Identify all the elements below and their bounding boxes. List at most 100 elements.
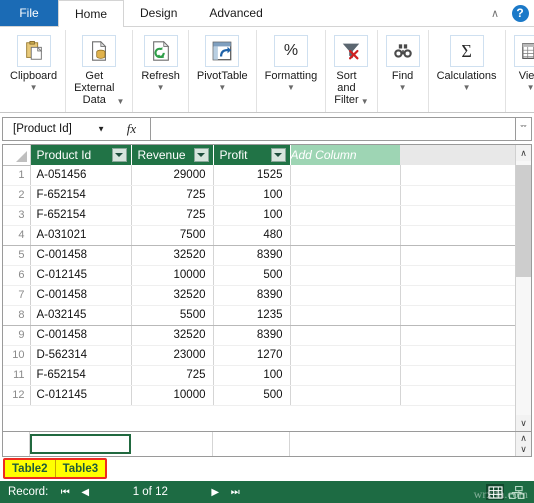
first-record-button[interactable]: ⏮ xyxy=(56,483,74,501)
new-row-active-cell[interactable] xyxy=(30,434,131,454)
view-button[interactable]: View ▼ xyxy=(510,33,534,94)
cell-add-column[interactable] xyxy=(290,185,401,206)
calculations-button[interactable]: Σ Calculations ▼ xyxy=(433,33,501,94)
new-row-cell-profit[interactable] xyxy=(213,432,290,456)
clipboard-button[interactable]: Clipboard ▼ xyxy=(6,33,61,94)
new-row-cell-revenue[interactable] xyxy=(131,432,213,456)
table-row[interactable]: 9 C-001458 32520 8390 xyxy=(3,325,515,346)
filter-icon-product-id[interactable] xyxy=(111,148,127,162)
collapse-ribbon-icon[interactable]: ∧ xyxy=(484,0,506,26)
table-row[interactable]: 8 A-032145 5500 1235 xyxy=(3,305,515,326)
pivottable-button[interactable]: PivotTable ▼ xyxy=(193,33,252,94)
tab-design[interactable]: Design xyxy=(124,0,194,26)
insert-function-icon[interactable]: fx xyxy=(113,118,151,140)
find-button[interactable]: Find ▼ xyxy=(382,33,424,94)
column-header-profit[interactable]: Profit xyxy=(213,145,291,165)
previous-record-button[interactable]: ◀ xyxy=(76,483,94,501)
name-box[interactable]: [Product Id] ▼ xyxy=(3,118,113,140)
cell-profit[interactable]: 100 xyxy=(213,365,291,386)
cell-add-column[interactable] xyxy=(290,365,401,386)
table-row[interactable]: 6 C-012145 10000 500 xyxy=(3,265,515,286)
cell-revenue[interactable]: 7500 xyxy=(131,225,214,246)
tab-advanced[interactable]: Advanced xyxy=(193,0,279,26)
cell-revenue[interactable]: 10000 xyxy=(131,385,214,406)
cell-profit[interactable]: 480 xyxy=(213,225,291,246)
cell-product-id[interactable]: A-051456 xyxy=(30,165,132,186)
cell-product-id[interactable]: C-012145 xyxy=(30,265,132,286)
cell-profit[interactable]: 100 xyxy=(213,185,291,206)
get-external-data-caret-icon[interactable]: ▼ xyxy=(116,97,124,106)
filter-icon-revenue[interactable] xyxy=(193,148,209,162)
cell-add-column[interactable] xyxy=(290,245,401,266)
table-row[interactable]: 4 A-031021 7500 480 xyxy=(3,225,515,246)
select-all-corner[interactable] xyxy=(3,145,31,166)
view-caret-icon[interactable]: ▼ xyxy=(527,83,534,92)
refresh-button[interactable]: Refresh ▼ xyxy=(137,33,184,94)
cell-product-id[interactable]: F-652154 xyxy=(30,365,132,386)
tab-home[interactable]: Home xyxy=(58,0,125,27)
scroll-down-button[interactable]: ∨ xyxy=(516,415,531,431)
cell-add-column[interactable] xyxy=(290,165,401,186)
cell-revenue[interactable]: 32520 xyxy=(131,285,214,306)
cell-revenue[interactable]: 32520 xyxy=(131,325,214,346)
cell-profit[interactable]: 1235 xyxy=(213,305,291,326)
cell-profit[interactable]: 8390 xyxy=(213,245,291,266)
new-row-cell-tail[interactable] xyxy=(290,432,515,456)
cell-add-column[interactable] xyxy=(290,305,401,326)
scrollbar-track[interactable] xyxy=(516,161,531,415)
tab-file[interactable]: File xyxy=(0,0,58,26)
table-row[interactable]: 7 C-001458 32520 8390 xyxy=(3,285,515,306)
clipboard-caret-icon[interactable]: ▼ xyxy=(30,83,38,92)
column-header-revenue[interactable]: Revenue xyxy=(131,145,214,165)
help-button[interactable]: ? xyxy=(506,0,534,26)
cell-profit[interactable]: 100 xyxy=(213,205,291,226)
scroll-up-button[interactable]: ∧ xyxy=(516,145,531,161)
last-record-button[interactable]: ⏭ xyxy=(226,483,244,501)
scrollbar-thumb[interactable] xyxy=(516,165,531,277)
cell-product-id[interactable]: D-562314 xyxy=(30,345,132,366)
cell-product-id[interactable]: C-012145 xyxy=(30,385,132,406)
table-row[interactable]: 3 F-652154 725 100 xyxy=(3,205,515,226)
refresh-caret-icon[interactable]: ▼ xyxy=(157,83,165,92)
formula-input[interactable] xyxy=(151,118,515,140)
sheet-tab-table2[interactable]: Table2 xyxy=(5,460,56,477)
cell-product-id[interactable]: C-001458 xyxy=(30,325,132,346)
cell-profit[interactable]: 8390 xyxy=(213,325,291,346)
formula-bar-expand-icon[interactable]: ˇˇ xyxy=(515,118,531,140)
cell-product-id[interactable]: F-652154 xyxy=(30,185,132,206)
table-row[interactable]: 2 F-652154 725 100 xyxy=(3,185,515,206)
cell-revenue[interactable]: 725 xyxy=(131,185,214,206)
cell-profit[interactable]: 8390 xyxy=(213,285,291,306)
table-row[interactable]: 5 C-001458 32520 8390 xyxy=(3,245,515,266)
cell-revenue[interactable]: 10000 xyxy=(131,265,214,286)
cell-add-column[interactable] xyxy=(290,265,401,286)
table-row[interactable]: 12 C-012145 10000 500 xyxy=(3,385,515,406)
cell-add-column[interactable] xyxy=(290,205,401,226)
cell-profit[interactable]: 1270 xyxy=(213,345,291,366)
cell-product-id[interactable]: F-652154 xyxy=(30,205,132,226)
get-external-data-button[interactable]: Get External Data ▼ xyxy=(70,33,128,108)
calculations-caret-icon[interactable]: ▼ xyxy=(463,83,471,92)
find-caret-icon[interactable]: ▼ xyxy=(399,83,407,92)
formatting-caret-icon[interactable]: ▼ xyxy=(287,83,295,92)
cell-add-column[interactable] xyxy=(290,285,401,306)
sort-and-filter-button[interactable]: Sort and Filter ▼ xyxy=(330,33,372,108)
next-record-button[interactable]: ▶ xyxy=(206,483,224,501)
name-box-dropdown-icon[interactable]: ▼ xyxy=(97,125,105,134)
cell-revenue[interactable]: 725 xyxy=(131,365,214,386)
cell-product-id[interactable]: A-032145 xyxy=(30,305,132,326)
cell-profit[interactable]: 1525 xyxy=(213,165,291,186)
cell-product-id[interactable]: C-001458 xyxy=(30,245,132,266)
cell-product-id[interactable]: A-031021 xyxy=(30,225,132,246)
cell-profit[interactable]: 500 xyxy=(213,265,291,286)
cell-revenue[interactable]: 32520 xyxy=(131,245,214,266)
table-row[interactable]: 11 F-652154 725 100 xyxy=(3,365,515,386)
cell-revenue[interactable]: 725 xyxy=(131,205,214,226)
cell-product-id[interactable]: C-001458 xyxy=(30,285,132,306)
new-row-scroll-stub[interactable]: ∧ ∨ xyxy=(515,432,531,456)
sheet-tab-table3[interactable]: Table3 xyxy=(55,460,106,477)
filter-icon-profit[interactable] xyxy=(270,148,286,162)
cell-revenue[interactable]: 29000 xyxy=(131,165,214,186)
table-row[interactable]: 10 D-562314 23000 1270 xyxy=(3,345,515,366)
diagram-view-icon[interactable] xyxy=(508,484,526,500)
